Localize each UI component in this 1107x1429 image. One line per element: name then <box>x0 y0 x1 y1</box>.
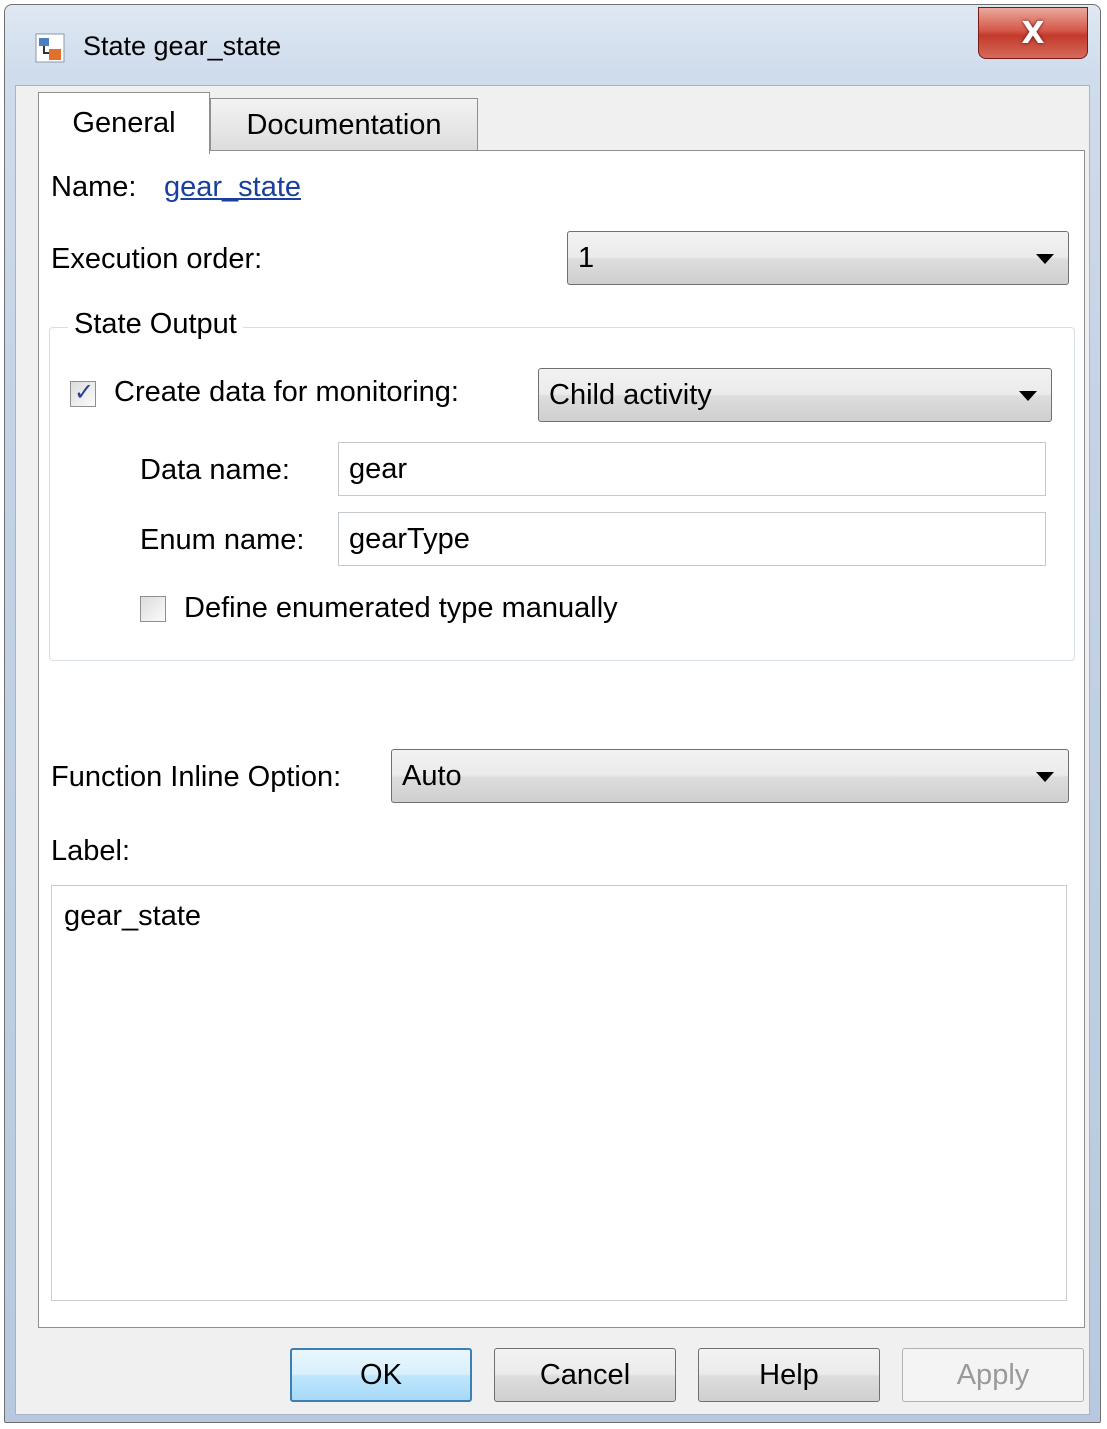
ok-button[interactable]: OK <box>290 1348 472 1402</box>
state-output-group: State Output ✓ Create data for monitorin… <box>49 308 1075 661</box>
monitoring-mode-select[interactable]: Child activity <box>538 368 1052 422</box>
execution-order-value: 1 <box>578 242 595 274</box>
execution-order-label: Execution order: <box>51 243 263 275</box>
dialog-client-area: General Documentation Name: gear_state E… <box>15 85 1090 1415</box>
data-name-label: Data name: <box>140 454 290 486</box>
state-output-legend: State Output <box>68 308 243 341</box>
label-label: Label: <box>51 835 131 867</box>
close-button[interactable]: X <box>978 7 1088 59</box>
cancel-button[interactable]: Cancel <box>494 1348 676 1402</box>
tab-general[interactable]: General <box>38 92 210 154</box>
enum-name-input[interactable] <box>339 513 1045 565</box>
title-bar[interactable]: State gear_state X <box>5 5 1100 85</box>
define-enum-label: Define enumerated type manually <box>184 592 618 624</box>
name-link[interactable]: gear_state <box>164 171 301 204</box>
chevron-down-icon <box>1036 254 1054 264</box>
name-label: Name: <box>51 171 137 203</box>
data-name-field[interactable] <box>338 442 1046 496</box>
create-data-checkbox[interactable]: ✓ <box>70 378 96 407</box>
execution-order-select[interactable]: 1 <box>567 231 1069 285</box>
tab-documentation[interactable]: Documentation <box>210 98 478 152</box>
chevron-down-icon <box>1019 391 1037 401</box>
data-name-input[interactable] <box>339 443 1045 495</box>
create-data-label: Create data for monitoring: <box>114 376 459 408</box>
function-inline-value: Auto <box>402 760 462 792</box>
monitoring-mode-value: Child activity <box>549 379 712 411</box>
enum-name-field[interactable] <box>338 512 1046 566</box>
function-inline-label: Function Inline Option: <box>51 761 342 793</box>
window-title: State gear_state <box>83 31 282 61</box>
function-inline-select[interactable]: Auto <box>391 749 1069 803</box>
checkmark-icon: ✓ <box>74 378 95 406</box>
general-tab-panel: Name: gear_state Execution order: 1 Stat… <box>38 150 1085 1328</box>
label-textarea[interactable]: gear_state <box>52 886 1066 1300</box>
help-button[interactable]: Help <box>698 1348 880 1402</box>
enum-name-label: Enum name: <box>140 524 305 556</box>
stateflow-state-icon <box>35 33 65 63</box>
chevron-down-icon <box>1036 772 1054 782</box>
close-icon: X <box>1021 15 1045 51</box>
define-enum-checkbox[interactable] <box>140 596 166 622</box>
apply-button[interactable]: Apply <box>902 1348 1084 1402</box>
label-editor[interactable]: gear_state <box>51 885 1067 1301</box>
dialog-window: State gear_state X General Documentation… <box>4 4 1101 1423</box>
